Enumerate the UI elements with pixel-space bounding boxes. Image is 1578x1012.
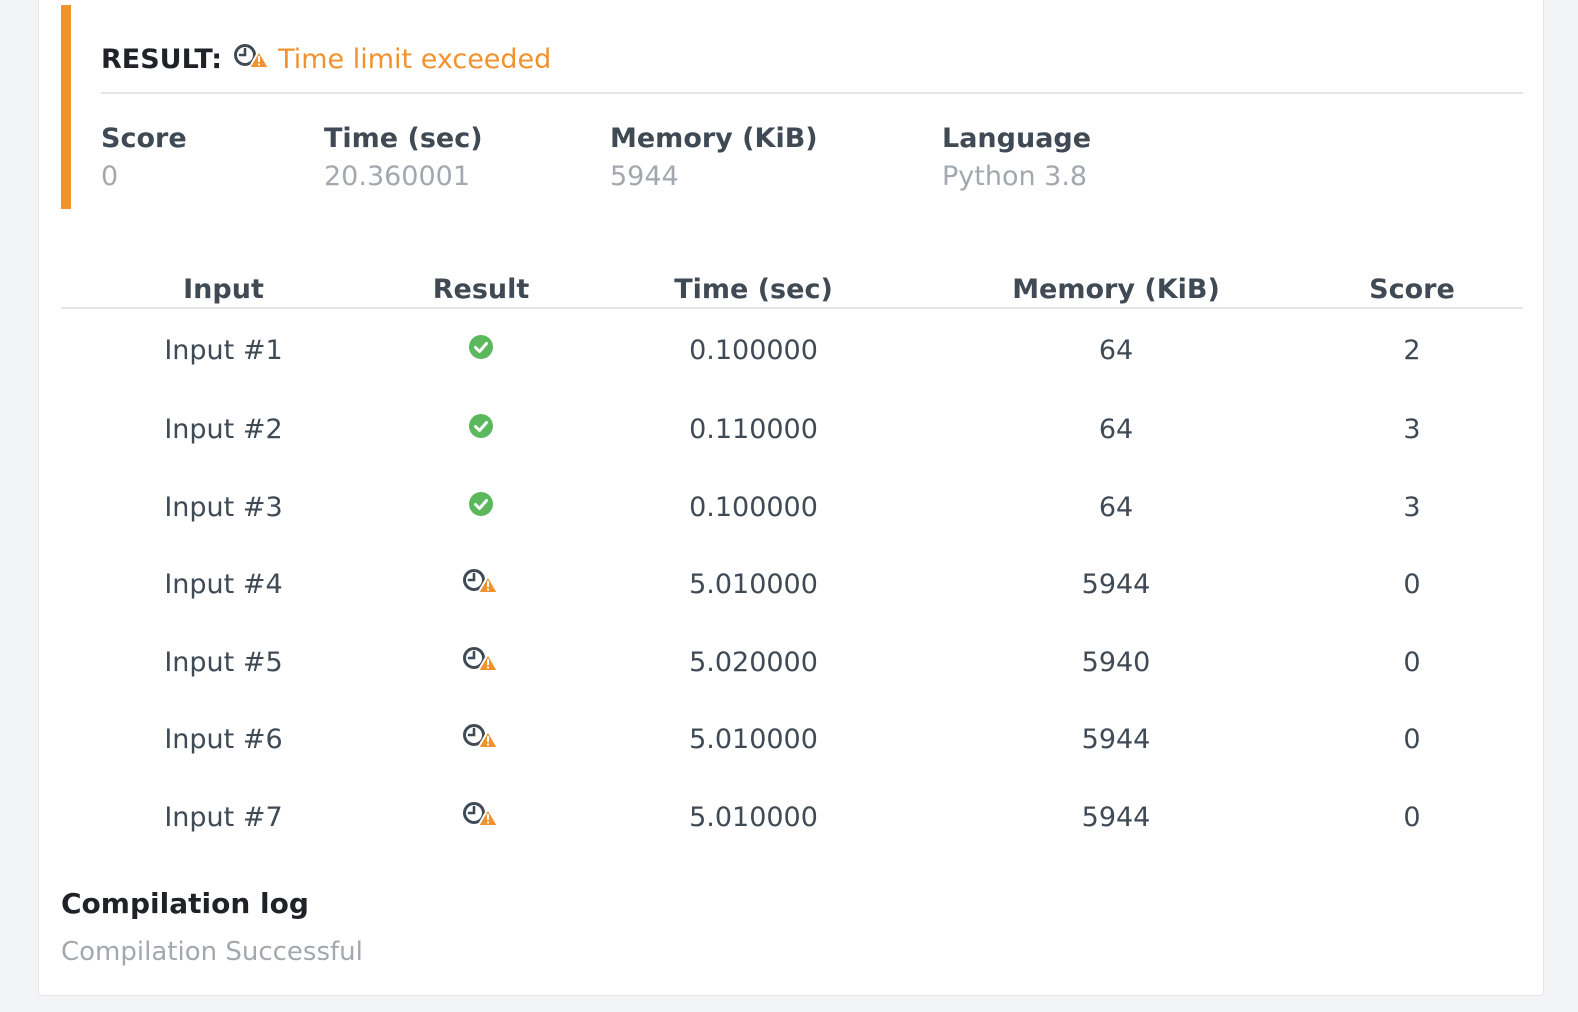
table-row: Input #7 5.010000 5944 0 [61,779,1523,857]
cell-time: 0.100000 [689,491,818,523]
cell-time: 0.100000 [689,334,818,366]
compilation-log-title: Compilation log [61,887,309,920]
cell-input: Input #2 [164,414,283,446]
cell-score: 3 [1403,491,1421,523]
cell-memory: 5944 [1081,724,1151,756]
test-results-table: Input Result Time (sec) Memory (KiB) Sco… [61,261,1523,856]
cell-time: 5.010000 [689,569,818,601]
column-header-input: Input [61,261,386,309]
stat-value: 0 [101,161,119,192]
table-row: Input #3 0.100000 64 3 [61,469,1523,547]
check-circle-icon [468,491,494,524]
cell-result [386,308,576,391]
divider [101,92,1523,94]
result-label: RESULT: [101,43,223,75]
cell-result [386,469,576,547]
stat-value: Python 3.8 [942,161,1088,192]
table-row: Input #2 0.110000 64 3 [61,391,1523,469]
cell-time: 5.010000 [689,724,818,756]
cell-memory: 64 [1098,491,1134,523]
table-row: Input #4 5.010000 5944 0 [61,546,1523,624]
cell-input: Input #5 [164,646,283,678]
clock-warning-icon [232,41,272,78]
stat-language: Language Python 3.8 [942,119,1091,197]
table-row: Input #6 5.010000 5944 0 [61,701,1523,779]
stat-time: Time (sec) 20.360001 [324,119,483,197]
cell-score: 3 [1403,414,1421,446]
submission-card: RESULT: Time limit exceeded Score 0 Time… [38,0,1544,996]
column-header-time: Time (sec) [576,261,931,309]
cell-result [386,701,576,779]
table-row: Input #1 0.100000 64 2 [61,308,1523,391]
cell-memory: 5944 [1081,569,1151,601]
cell-memory: 64 [1098,334,1134,366]
cell-input: Input #3 [164,491,283,523]
table-header-row: Input Result Time (sec) Memory (KiB) Sco… [61,261,1523,309]
cell-score: 0 [1403,724,1421,756]
stat-score: Score 0 [101,119,187,197]
cell-input: Input #7 [164,801,283,833]
column-header-score: Score [1301,261,1523,309]
cell-result [386,391,576,469]
check-circle-icon [468,334,494,367]
cell-result [386,546,576,624]
cell-result [386,779,576,857]
cell-result [386,624,576,702]
cell-score: 0 [1403,569,1421,601]
stat-label: Memory (KiB) [610,123,818,154]
cell-memory: 64 [1098,414,1134,446]
clock-warning-icon [461,566,501,603]
cell-input: Input #4 [164,569,283,601]
cell-time: 0.110000 [689,414,818,446]
stat-label: Score [101,123,187,154]
cell-memory: 5944 [1081,801,1151,833]
stat-label: Time (sec) [324,123,483,154]
clock-warning-icon [461,799,501,836]
result-status: Time limit exceeded [278,43,552,75]
clock-warning-icon [461,721,501,758]
column-header-memory: Memory (KiB) [931,261,1301,309]
clock-warning-icon [461,644,501,681]
cell-score: 0 [1403,801,1421,833]
stat-label: Language [942,123,1092,154]
cell-time: 5.010000 [689,801,818,833]
stat-value: 5944 [610,161,679,192]
result-header: RESULT: Time limit exceeded [101,39,551,79]
cell-memory: 5940 [1081,646,1151,678]
cell-score: 0 [1403,646,1421,678]
compilation-log-text: Compilation Successful [61,937,363,967]
result-panel: RESULT: Time limit exceeded Score 0 Time… [61,5,1523,209]
cell-input: Input #1 [164,334,283,366]
column-header-result: Result [386,261,576,309]
check-circle-icon [468,413,494,446]
cell-input: Input #6 [164,724,283,756]
stat-value: 20.360001 [324,161,471,192]
table-row: Input #5 5.020000 5940 0 [61,624,1523,702]
cell-score: 2 [1403,334,1421,366]
stat-memory: Memory (KiB) 5944 [610,119,818,197]
cell-time: 5.020000 [689,646,818,678]
